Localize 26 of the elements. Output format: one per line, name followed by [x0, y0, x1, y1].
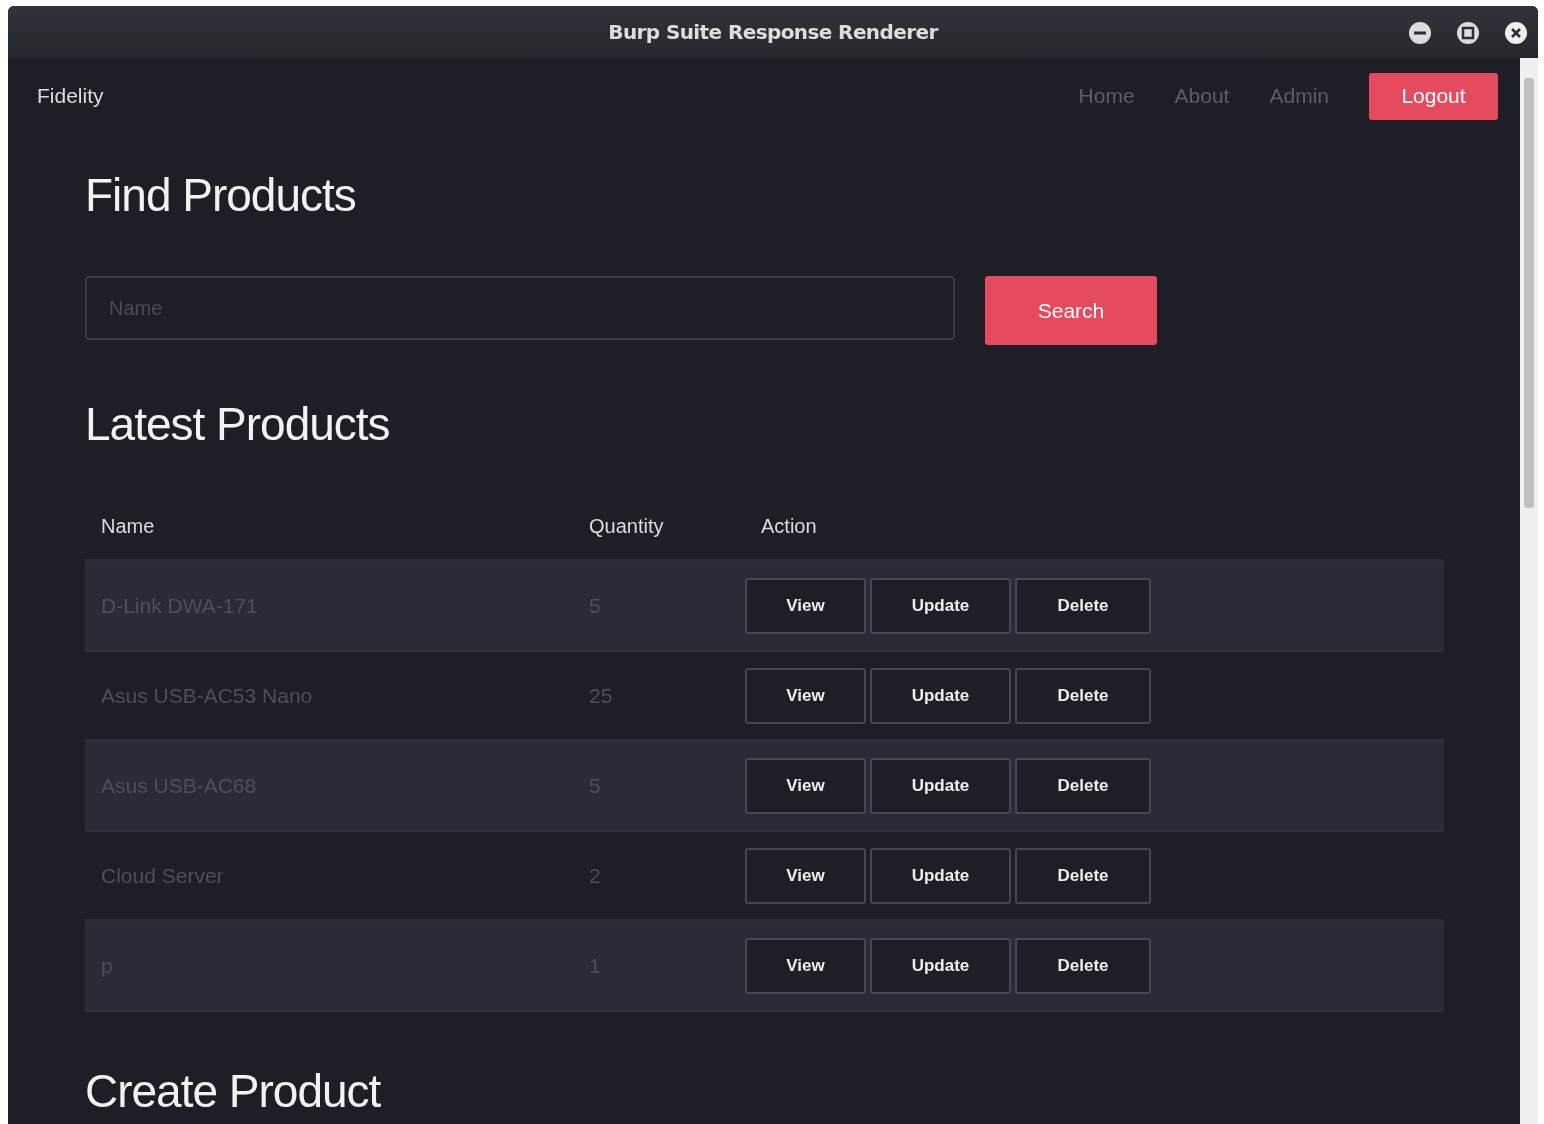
action-button[interactable]: Delete	[1015, 937, 1151, 994]
action-button[interactable]: Delete	[1015, 577, 1151, 634]
action-button[interactable]: Update	[870, 757, 1011, 814]
action-button[interactable]: Delete	[1015, 757, 1151, 814]
action-button[interactable]: View	[745, 937, 866, 994]
action-button[interactable]: View	[745, 847, 866, 904]
brand-name[interactable]: Fidelity	[37, 84, 1079, 108]
section-heading: Create Product	[85, 1064, 382, 1118]
action-button[interactable]: Update	[870, 667, 1011, 724]
maximize-icon[interactable]	[1456, 21, 1480, 45]
action-button[interactable]: Delete	[1015, 847, 1151, 904]
scrollbar[interactable]	[1520, 58, 1538, 1124]
action-button[interactable]: Update	[870, 577, 1011, 634]
window-title: Burp Suite Response Renderer	[608, 20, 938, 44]
action-button[interactable]: Update	[870, 937, 1011, 994]
action-button[interactable]: Update	[870, 847, 1011, 904]
search-button[interactable]: Search	[985, 276, 1157, 345]
action-button[interactable]: Delete	[1015, 667, 1151, 724]
minimize-icon[interactable]	[1408, 21, 1432, 45]
action-button[interactable]: View	[745, 667, 866, 724]
section-heading: Find Products	[85, 168, 357, 222]
action-button[interactable]: View	[745, 577, 866, 634]
action-button[interactable]: View	[745, 757, 866, 814]
close-icon[interactable]	[1504, 21, 1528, 45]
section-heading: Latest Products	[85, 397, 391, 451]
logout-button[interactable]: Logout	[1369, 72, 1498, 120]
